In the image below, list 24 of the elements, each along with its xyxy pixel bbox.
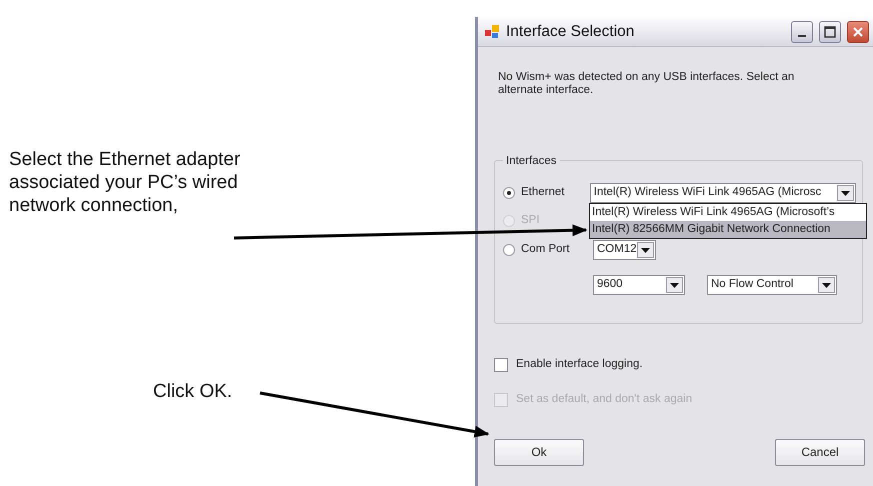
- flow-control-dropdown[interactable]: No Flow Control: [707, 275, 837, 295]
- checkbox-option[interactable]: Enable interface logging.: [494, 356, 873, 374]
- maximize-button[interactable]: [819, 20, 841, 42]
- minimize-icon: [798, 35, 806, 37]
- minimize-button[interactable]: [791, 20, 813, 42]
- close-button[interactable]: [847, 20, 869, 42]
- radio-option[interactable]: Ethernet: [503, 184, 590, 202]
- ethernet-dropdown[interactable]: Intel(R) Wireless WiFi Link 4965AG (Microsc: [590, 183, 856, 203]
- dialog-button[interactable]: Ok: [494, 438, 584, 466]
- close-icon: [852, 26, 864, 38]
- dialog-button[interactable]: Cancel: [775, 438, 865, 466]
- dropdown-option[interactable]: Intel(R) Wireless WiFi Link 4965AG (Microsoft’s: [590, 204, 866, 221]
- message-text: No Wism+ was detected on any USB interfaces. Select an alternate interface.: [498, 71, 796, 97]
- radio-option: SPI: [503, 212, 593, 230]
- maximize-icon: [824, 26, 836, 38]
- dropdown-option[interactable]: Intel(R) 82566MM Gigabit Network Connection: [590, 221, 866, 238]
- baud-rate-dropdown[interactable]: 9600: [593, 275, 685, 295]
- checkbox-option: Set as default, and don't ask again: [494, 391, 873, 408]
- annotation-text: Click OK.: [153, 380, 232, 403]
- annotation-text: Select the Ethernet adapter associated your PC’s wired network connection,: [9, 148, 242, 217]
- com-port-dropdown[interactable]: COM12: [593, 240, 656, 260]
- window-title: Interface Selection: [506, 22, 636, 42]
- app-icon: [484, 24, 500, 40]
- radio-option[interactable]: Com Port: [503, 241, 593, 259]
